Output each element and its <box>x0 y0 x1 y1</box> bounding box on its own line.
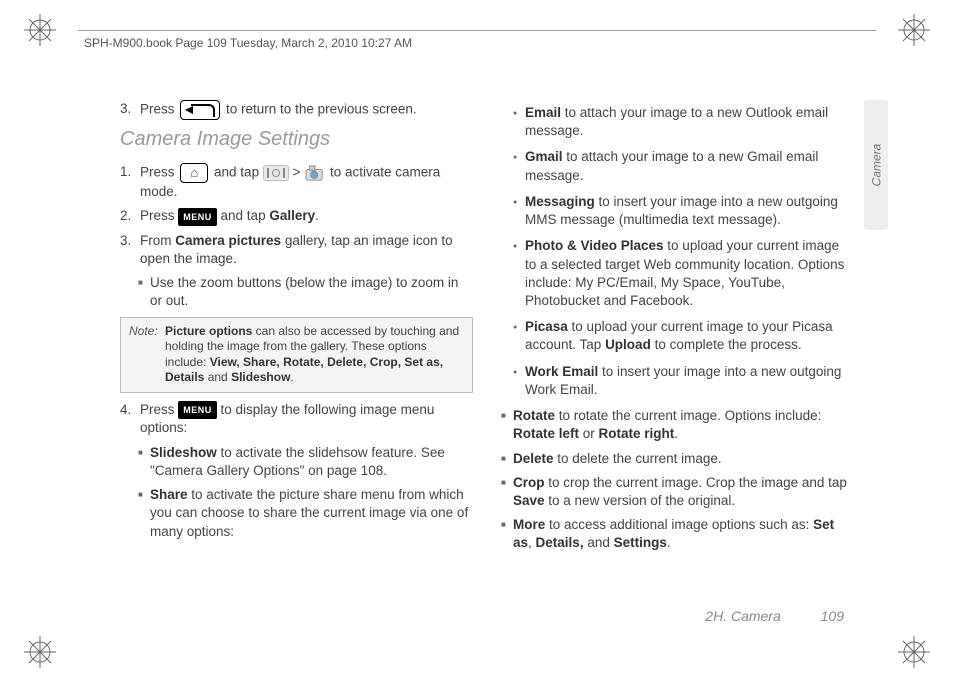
step-body: Press MENU and tap Gallery. <box>140 207 473 226</box>
bullet-picasa: ● Picasa to upload your current image to… <box>513 318 854 354</box>
bullet-more: ■ More to access additional image option… <box>501 516 854 552</box>
left-column: 3. Press to return to the previous scree… <box>120 100 473 592</box>
crop-mark-icon <box>24 14 56 46</box>
header-doc-info: SPH-M900.book Page 109 Tuesday, March 2,… <box>84 36 412 50</box>
step-number: 4. <box>120 401 140 438</box>
bullet-share: ■ Share to activate the picture share me… <box>138 486 473 541</box>
bullet-delete: ■ Delete to delete the current image. <box>501 450 854 468</box>
bullet-photo-video: ● Photo & Video Places to upload your cu… <box>513 237 854 310</box>
bullet-marker: ● <box>513 104 525 140</box>
bullet-marker: ■ <box>501 474 513 510</box>
page-content: 3. Press to return to the previous scree… <box>120 100 854 592</box>
home-key-icon: ⌂ <box>180 163 208 183</box>
sub-bullet-zoom: ■ Use the zoom buttons (below the image)… <box>138 274 473 310</box>
step-number: 1. <box>120 163 140 201</box>
camera-pictures-label: Camera pictures <box>175 233 281 248</box>
step-number: 3. <box>120 232 140 268</box>
step-body: Press MENU to display the following imag… <box>140 401 473 438</box>
step-4: 4. Press MENU to display the following i… <box>120 401 473 438</box>
bullet-body: Rotate to rotate the current image. Opti… <box>513 407 854 443</box>
crop-mark-icon <box>24 636 56 668</box>
bullet-body: Gmail to attach your image to a new Gmai… <box>525 148 854 184</box>
status-strip-icon <box>263 165 289 181</box>
bullet-crop: ■ Crop to crop the current image. Crop t… <box>501 474 854 510</box>
gallery-label: Gallery <box>269 208 315 223</box>
footer-page-number: 109 <box>821 608 844 624</box>
note-label: Note: <box>129 324 165 386</box>
bullet-email: ● Email to attach your image to a new Ou… <box>513 104 854 140</box>
bullet-marker: ■ <box>138 274 150 310</box>
bullet-slideshow: ■ Slideshow to activate the slidehsow fe… <box>138 444 473 480</box>
step-body: Press to return to the previous screen. <box>140 100 473 120</box>
bullet-body: Use the zoom buttons (below the image) t… <box>150 274 473 310</box>
note-box: Note: Picture options can also be access… <box>120 317 473 393</box>
step-number: 2. <box>120 207 140 226</box>
bullet-body: Messaging to insert your image into a ne… <box>525 193 854 229</box>
page-footer: 2H. Camera 109 <box>705 608 844 624</box>
bullet-marker: ● <box>513 237 525 310</box>
bullet-marker: ● <box>513 193 525 229</box>
bullet-body: Crop to crop the current image. Crop the… <box>513 474 854 510</box>
bullet-marker: ■ <box>138 444 150 480</box>
bullet-rotate: ■ Rotate to rotate the current image. Op… <box>501 407 854 443</box>
step-body: Press ⌂ and tap > to activate camera mod… <box>140 163 473 201</box>
header-divider <box>78 30 876 31</box>
bullet-body: Delete to delete the current image. <box>513 450 854 468</box>
menu-key-icon: MENU <box>178 208 217 226</box>
bullet-body: Email to attach your image to a new Outl… <box>525 104 854 140</box>
step-number: 3. <box>120 100 140 120</box>
step-3: 3. From Camera pictures gallery, tap an … <box>120 232 473 268</box>
back-key-icon <box>180 100 220 120</box>
camera-icon <box>304 164 326 182</box>
side-tab: Camera <box>864 100 888 230</box>
menu-key-icon: MENU <box>178 401 217 419</box>
bullet-work-email: ● Work Email to insert your image into a… <box>513 363 854 399</box>
bullet-marker: ■ <box>501 407 513 443</box>
bullet-marker: ■ <box>501 450 513 468</box>
section-heading: Camera Image Settings <box>120 126 473 153</box>
bullet-marker: ● <box>513 363 525 399</box>
note-body: Picture options can also be accessed by … <box>165 324 464 386</box>
side-tab-label: Camera <box>869 144 883 187</box>
right-column: ● Email to attach your image to a new Ou… <box>501 100 854 592</box>
bullet-body: Photo & Video Places to upload your curr… <box>525 237 854 310</box>
bullet-marker: ● <box>513 148 525 184</box>
bullet-marker: ■ <box>501 516 513 552</box>
footer-section: 2H. Camera <box>705 608 780 624</box>
bullet-body: Work Email to insert your image into a n… <box>525 363 854 399</box>
bullet-body: Slideshow to activate the slidehsow feat… <box>150 444 473 480</box>
step-2: 2. Press MENU and tap Gallery. <box>120 207 473 226</box>
crop-mark-icon <box>898 14 930 46</box>
bullet-body: Picasa to upload your current image to y… <box>525 318 854 354</box>
step-body: From Camera pictures gallery, tap an ima… <box>140 232 473 268</box>
bullet-messaging: ● Messaging to insert your image into a … <box>513 193 854 229</box>
bullet-body: Share to activate the picture share menu… <box>150 486 473 541</box>
bullet-body: More to access additional image options … <box>513 516 854 552</box>
bullet-gmail: ● Gmail to attach your image to a new Gm… <box>513 148 854 184</box>
step-1: 1. Press ⌂ and tap > to activate camera … <box>120 163 473 201</box>
step-return: 3. Press to return to the previous scree… <box>120 100 473 120</box>
crop-mark-icon <box>898 636 930 668</box>
bullet-marker: ■ <box>138 486 150 541</box>
bullet-marker: ● <box>513 318 525 354</box>
